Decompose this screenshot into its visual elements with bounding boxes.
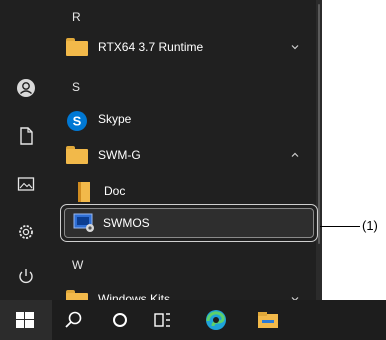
start-menu-rail [0, 0, 52, 300]
section-letter-s[interactable]: S [72, 80, 80, 94]
search-icon[interactable] [62, 308, 86, 332]
folder-icon [66, 290, 88, 300]
callout-label: (1) [362, 218, 378, 233]
start-menu: R RTX64 3.7 Runtime S S Skype SWM-G Doc … [0, 0, 322, 300]
callout-line [320, 226, 360, 227]
chevron-up-icon[interactable] [288, 148, 302, 162]
scrollbar-thumb[interactable] [318, 4, 320, 244]
app-item-windows-kits[interactable]: Windows Kits [52, 282, 314, 300]
chevron-down-icon[interactable] [288, 292, 302, 300]
app-item-skype[interactable]: S Skype [52, 102, 314, 138]
taskbar [0, 300, 386, 340]
app-item-label: Skype [98, 112, 132, 126]
task-view-icon[interactable] [150, 308, 174, 332]
app-item-swmos[interactable]: SWMOS [64, 208, 314, 238]
start-button[interactable] [0, 300, 52, 340]
svg-text:S: S [73, 114, 82, 129]
section-letter-r[interactable]: R [72, 10, 81, 24]
file-explorer-icon[interactable] [256, 308, 280, 332]
windows-start-icon [16, 312, 34, 328]
app-item-label: SWMOS [103, 216, 150, 230]
cortana-icon[interactable] [108, 308, 132, 332]
settings-icon[interactable] [16, 222, 36, 242]
swmos-app-icon [73, 213, 95, 238]
app-item-label: SWM-G [98, 148, 141, 162]
section-letter-w[interactable]: W [72, 258, 83, 272]
app-item-rtx64[interactable]: RTX64 3.7 Runtime [52, 30, 314, 66]
pictures-icon[interactable] [16, 174, 36, 194]
power-icon[interactable] [16, 266, 36, 286]
folder-icon [66, 38, 88, 56]
app-item-swm-g[interactable]: SWM-G [52, 138, 314, 174]
app-item-label: RTX64 3.7 Runtime [98, 40, 204, 54]
skype-icon: S [66, 110, 88, 137]
document-icon[interactable] [16, 126, 36, 146]
app-item-label: Doc [104, 184, 126, 198]
folder-icon [66, 146, 88, 164]
user-avatar-icon[interactable] [16, 78, 36, 98]
edge-icon[interactable] [204, 308, 228, 332]
chevron-down-icon[interactable] [288, 40, 302, 54]
scrollbar[interactable] [316, 0, 322, 300]
app-item-label: Windows Kits [98, 292, 171, 300]
